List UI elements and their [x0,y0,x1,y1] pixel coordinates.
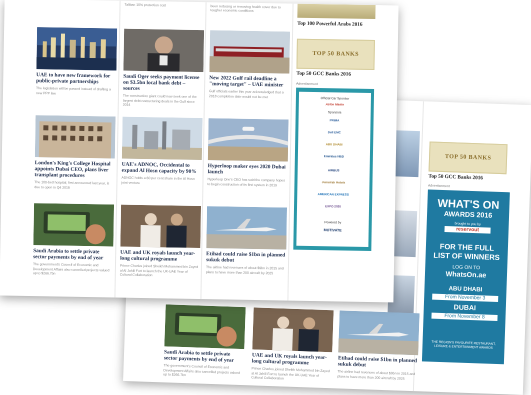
article-title[interactable]: UAE and UK royals launch year-long cultu… [120,250,200,264]
sponsor-logo: Emirates NBD [323,154,344,159]
article-card[interactable]: UAE to have new framework for public-pri… [35,27,118,96]
article-thumbnail[interactable] [123,28,205,73]
sponsors-panel: Official Car Sponsor Aston Martin Sponso… [296,91,372,247]
article-card[interactable]: Etihad could raise $1bn in planned sukuk… [205,206,288,275]
sponsors-ad[interactable]: Official Car Sponsor Aston Martin Sponso… [293,87,375,252]
article-card[interactable]: London's King's College Hospital appoint… [34,115,116,190]
article-summary: The 100-bed hospital, first announced la… [34,180,110,190]
article-summary: Prince Charles joined Sheikh Mohammed bi… [251,366,330,381]
article-title[interactable]: UAE's ADNOC, Occidental to expand Al Hos… [122,162,202,176]
article-thumbnail[interactable] [120,204,202,249]
article-summary: The legislation will be passed instead o… [35,86,111,96]
article-title[interactable]: UAE to have new framework for public-pri… [36,72,116,86]
article-title[interactable]: Saudi Oger seeks payment license on $3.5… [123,74,203,94]
article-summary: The construction giant could now seek on… [122,93,197,107]
article-summary: The government's Council of Economic and… [163,363,240,378]
article-thumbnail[interactable] [121,116,203,161]
article-card[interactable]: Hyperloop maker eyes 2020 Dubai launch H… [207,118,289,187]
top-50-banks-logo[interactable]: TOP 50 BANKS [428,141,508,175]
whats-on-awards-ad[interactable]: WHAT'S ON AWARDS 2016 brought to you by … [421,189,510,365]
article-thumbnail[interactable] [34,115,116,159]
article-card[interactable]: UAE's ADNOC, Occidental to expand Al Hos… [121,116,203,186]
article-title[interactable]: London's King's College Hospital appoint… [34,160,114,180]
ad-label: Advertisement [296,81,318,87]
rank-link[interactable]: Top 50 GCC Banks 2016 [296,71,351,78]
article-card[interactable]: Saudi Oger seeks payment license on $3.5… [122,28,205,109]
article-title[interactable]: UAE and UK royals launch year-long cultu… [252,352,332,367]
article-thumbnail[interactable] [164,304,246,350]
article-summary: Prince Charles joined Sheikh Mohammed bi… [119,263,199,278]
article-summary: been reducing or removing health cover d… [210,4,281,14]
article-thumbnail[interactable] [36,27,118,71]
article-thumbnail[interactable] [252,307,334,353]
sponsor-logo: ABU DHABI [325,142,343,147]
sponsor-logo: PRIMA [329,118,340,123]
article-title[interactable]: New 2022 Gulf rail deadline a "moving ta… [209,75,289,89]
article-thumbnail[interactable] [392,130,420,178]
sponsor-logo: AMERICAN EXPRESS [317,192,349,197]
top-50-banks-logo[interactable]: TOP 50 BANKS [296,38,375,71]
front-page-screenshot: Taliban 10% protection cost been reducin… [0,0,399,303]
motivate-logo: MOTIVATE [323,228,342,233]
sponsor-logo: Dell EMC [327,130,341,135]
article-title[interactable]: Hyperloop maker eyes 2020 Dubai launch [208,163,288,177]
article-summary: Hyperloop One's CEO has said the company… [207,177,286,187]
article-summary: The airline had revenues of about $9bn i… [337,369,416,381]
article-card[interactable]: UAE and UK royals launch year-long cultu… [251,307,334,382]
article-thumbnail[interactable] [207,118,289,162]
article-thumbnail[interactable] [33,203,115,247]
article-thumbnail[interactable] [206,206,288,250]
article-thumbnail[interactable] [209,30,291,74]
article-card[interactable]: Saudi Arabia to settle private sector pa… [32,203,115,277]
sponsor-logo: AIRBUS [327,168,340,173]
rank-link[interactable]: Top 50 GCC Banks 2016 [428,173,483,181]
sponsor-logo: Aston Martin [325,102,345,107]
power-list-thumbnail[interactable] [297,3,376,20]
article-title[interactable]: Etihad could raise $1bn in planned sukuk… [206,251,286,265]
article-summary: ADNOC holds a 60 per cent share in the A… [121,175,195,185]
article-card[interactable]: Saudi Arabia to settle private sector pa… [163,304,246,379]
article-card[interactable]: Etihad could raise $1bn in planned sukuk… [337,310,420,381]
article-title[interactable]: Saudi Arabia to settle private sector pa… [164,349,244,364]
article-title[interactable]: Saudi Arabia to settle private sector pa… [33,248,113,262]
article-thumbnail[interactable] [338,310,420,356]
article-summary: The government's Council of Economic and… [32,262,110,276]
rank-link[interactable]: Top 100 Powerful Arabs 2016 [297,21,362,28]
article-title[interactable]: Etihad could raise $1bn in planned sukuk… [338,355,418,370]
article-summary: Gulf officials earlier this year acknowl… [208,89,284,99]
article-card[interactable]: New 2022 Gulf rail deadline a "moving ta… [208,30,291,99]
article-card[interactable]: UAE and UK royals launch year-long cultu… [119,204,202,279]
ad-label: Advertisement [427,183,450,189]
sponsor-logo: EXPO 2020 [325,204,342,209]
article-summary: Taliban 10% protection cost [124,2,167,8]
article-summary: The airline had revenues of about $9bn i… [205,265,284,275]
sponsor-logo: Jumeirah Hotels [321,180,346,185]
